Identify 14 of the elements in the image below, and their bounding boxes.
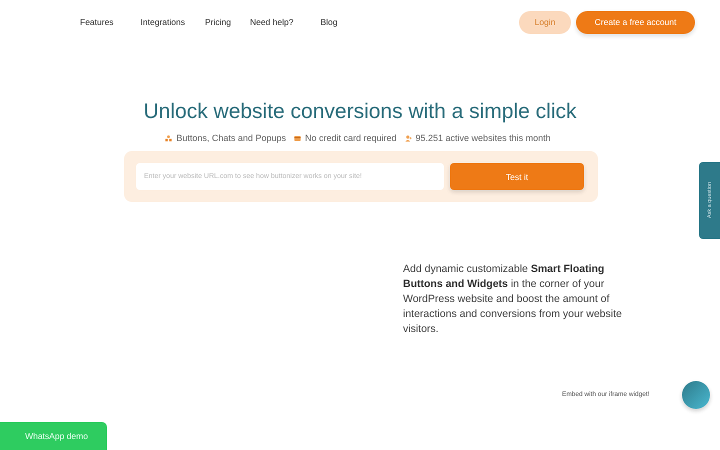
nav-link[interactable]: Pricing — [204, 17, 231, 27]
widget-button[interactable] — [682, 381, 710, 409]
shapes-icon — [165, 134, 172, 142]
nav-link[interactable]: Blog — [320, 17, 338, 27]
nav-link[interactable]: Integrations — [140, 17, 185, 27]
nav-link[interactable]: Need help? — [250, 17, 294, 27]
feature-text: 95.251 active websites this month — [416, 133, 551, 143]
card-icon — [294, 134, 301, 142]
feature-text: No credit card required — [304, 133, 397, 143]
feature-text: Buttons, Chats and Popups — [176, 133, 286, 143]
intro-paragraph: Add dynamic customizable Smart Floating Buttons and Widgets in the corner of your WordPress website and boost the amount of interactions and conversions from your website visitors. — [403, 262, 623, 337]
nav-link[interactable]: Features — [80, 17, 114, 27]
user-plus-icon — [404, 134, 412, 142]
hero-title: Unlock website conversions with a simple click — [142, 100, 578, 124]
